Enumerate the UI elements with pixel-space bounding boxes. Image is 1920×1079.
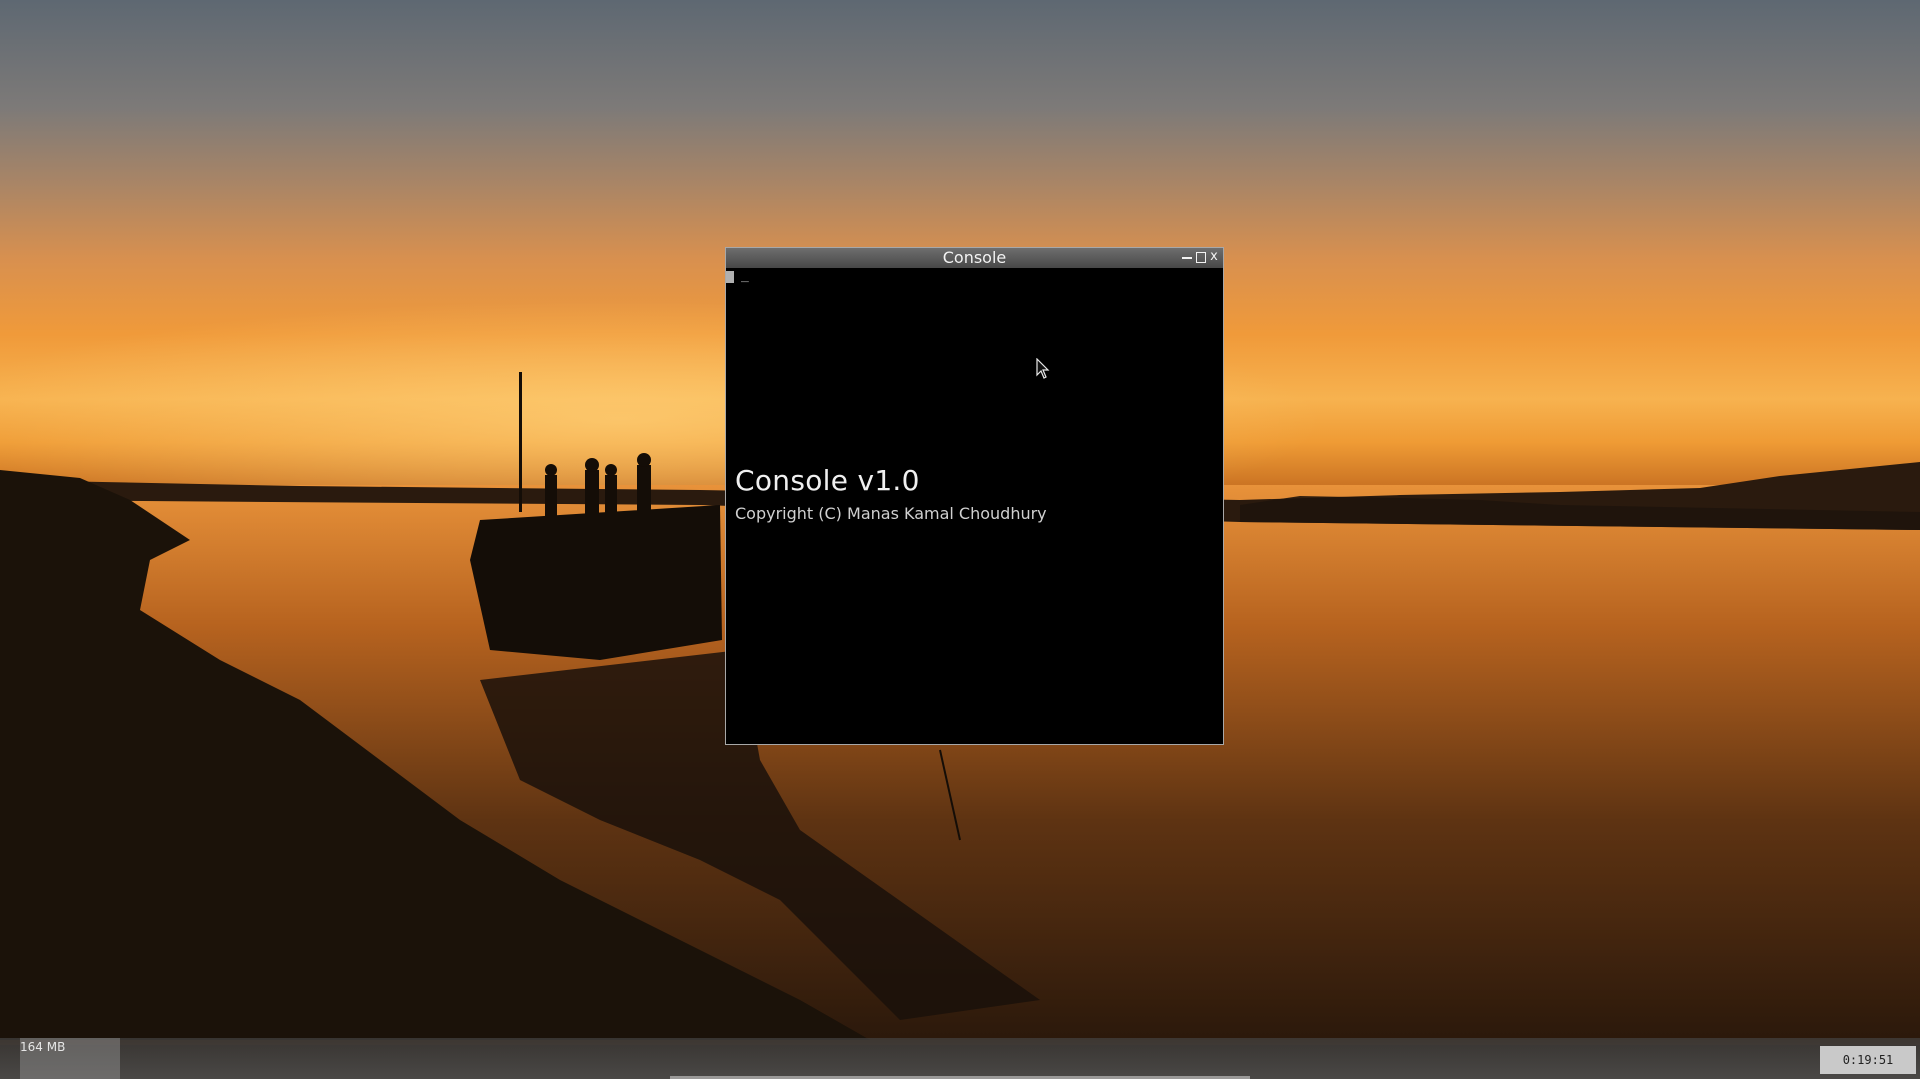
mouse-pointer-icon	[1036, 358, 1050, 379]
close-icon: x	[1210, 249, 1218, 264]
memory-usage-text: 164 MB	[20, 1040, 66, 1054]
taskbar-clock[interactable]: 0:19:51	[1820, 1046, 1916, 1074]
line-marker-icon	[726, 271, 734, 283]
console-output-area[interactable]: _ Console v1.0 Copyright (C) Manas Kamal…	[726, 268, 1223, 744]
text-cursor: _	[741, 268, 749, 283]
desktop: Console x _ Console v1.0 Copyright (C) M…	[0, 0, 1920, 1079]
maximize-icon	[1196, 252, 1206, 263]
close-button[interactable]: x	[1208, 250, 1220, 264]
taskbar: 164 MB 0:19:51	[0, 1038, 1920, 1079]
minimize-button[interactable]	[1181, 250, 1193, 264]
minimize-icon	[1182, 257, 1192, 259]
console-banner-title: Console v1.0	[735, 464, 920, 497]
window-title: Console	[942, 248, 1007, 267]
memory-usage-widget: 164 MB	[20, 1038, 120, 1079]
console-banner-copyright: Copyright (C) Manas Kamal Choudhury	[735, 504, 1047, 523]
window-titlebar[interactable]: Console x	[726, 248, 1223, 268]
console-window[interactable]: Console x _ Console v1.0 Copyright (C) M…	[725, 247, 1224, 745]
maximize-button[interactable]	[1195, 250, 1207, 264]
